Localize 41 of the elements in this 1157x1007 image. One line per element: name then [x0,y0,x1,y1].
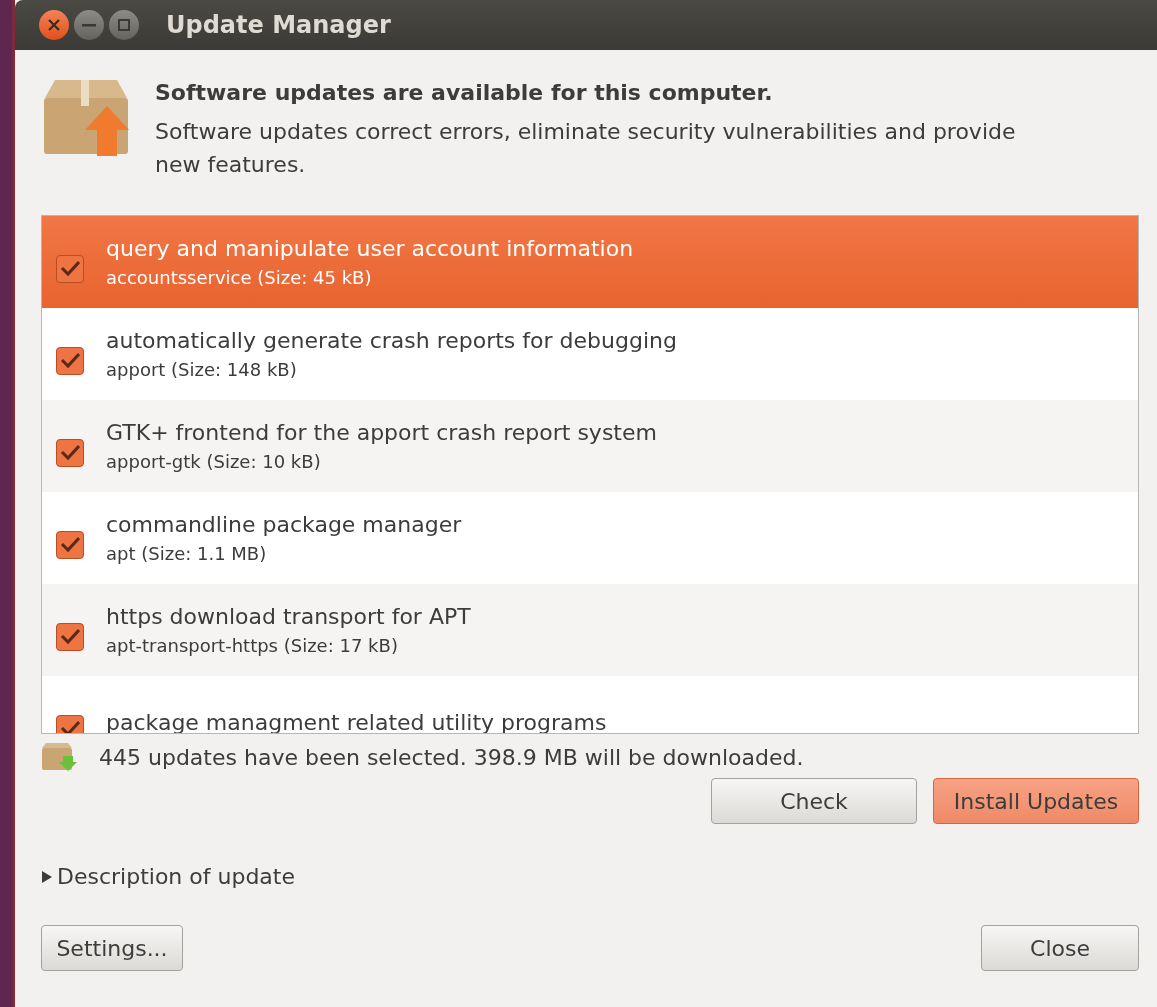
check-icon [60,353,80,369]
package-download-icon [41,742,77,772]
update-title: automatically generate crash reports for debugging [106,328,677,353]
package-info: apt (Size: 1.1 MB) [106,543,268,564]
description-text: Software updates correct errors, eliminate security vulnerabilities and provide new features. [155,118,1017,179]
close-button[interactable]: Close [981,925,1139,971]
check-icon [60,537,80,553]
package-info: apport (Size: 148 kB) [106,359,298,380]
checkbox[interactable] [56,531,84,559]
checkbox[interactable] [56,623,84,651]
package-info: apt-transport-https (Size: 17 kB) [106,635,399,656]
check-icon [60,721,80,733]
update-title: GTK+ frontend for the apport crash report system [106,420,657,445]
maximize-icon [118,19,130,31]
checkbox[interactable] [56,255,84,283]
description-expander[interactable]: Description of update [41,864,295,889]
install-button[interactable]: Install Updates [933,778,1139,824]
update-title: commandline package manager [106,512,462,537]
window-title: Update Manager [166,11,391,39]
checkbox[interactable] [56,439,84,467]
checkbox[interactable] [56,347,84,375]
update-title: https download transport for APT [106,604,471,629]
check-icon [60,629,80,645]
close-icon [48,19,60,31]
maximize-button[interactable] [109,10,139,40]
minimize-icon [82,23,96,27]
package-info: apport-gtk (Size: 10 kB) [106,451,322,472]
triangle-icon [41,869,53,884]
headline: Software updates are available for this computer. [155,80,774,105]
check-button[interactable]: Check [711,778,917,824]
check-icon [60,261,80,277]
check-icon [60,445,80,461]
package-info: accountsservice (Size: 45 kB) [106,267,373,288]
minimize-button[interactable] [74,10,104,40]
update-title: query and manipulate user account information [106,236,634,261]
update-row[interactable]: https download transport for APT apt-transport-https (Size: 17 kB) [42,584,1138,676]
settings-button[interactable]: Settings... [41,925,183,971]
update-row[interactable]: GTK+ frontend for the apport crash report system apport-gtk (Size: 10 kB) [42,400,1138,492]
package-upload-icon [41,78,131,158]
close-window-button[interactable] [39,10,69,40]
status-text: 445 updates have been selected. 398.9 MB will be downloaded. [99,744,804,770]
